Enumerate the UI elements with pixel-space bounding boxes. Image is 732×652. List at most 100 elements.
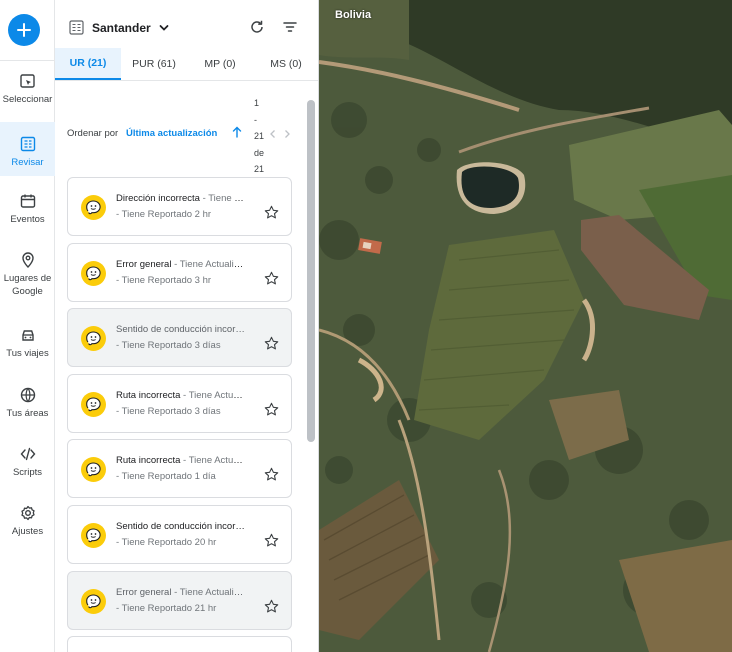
tab-pur[interactable]: PUR (61) xyxy=(121,48,187,80)
area-selector[interactable]: Santander xyxy=(92,21,151,35)
car-icon xyxy=(21,330,34,341)
report-status: - Tiene Reportado 1 día xyxy=(116,471,216,482)
report-card[interactable]: Sentido de conducción incorrecto - Tiene… xyxy=(67,505,292,564)
rail-item-areas[interactable]: Tus áreas xyxy=(0,386,55,426)
calendar-icon xyxy=(20,194,35,208)
review-panel: Santander UR (21) PUR (61) MP (0) MS (0)… xyxy=(55,0,319,652)
tab-ms[interactable]: MS (0) xyxy=(253,48,318,80)
rail-label: Revisar xyxy=(11,157,44,168)
rail-item-review[interactable]: Revisar xyxy=(0,122,55,176)
rail-label: Scripts xyxy=(12,467,43,478)
report-title: Sentido de conducción incorrecto xyxy=(116,324,248,335)
report-title: Sentido de conducción incorrecto xyxy=(116,521,248,532)
chevron-left-icon[interactable] xyxy=(269,129,277,139)
report-type: Error general xyxy=(116,259,172,270)
pager-range: 1 - 21 de 21 xyxy=(254,95,268,178)
waze-icon xyxy=(81,261,106,286)
waze-icon xyxy=(81,326,106,351)
report-type-tabs: UR (21) PUR (61) MP (0) MS (0) xyxy=(55,48,318,81)
rail-divider xyxy=(0,60,55,61)
report-type: Sentido de conducción incorrecto xyxy=(116,324,248,335)
rail-item-select[interactable]: Seleccionar xyxy=(0,72,55,112)
report-card[interactable]: Error general - Tiene Actualizado... - T… xyxy=(67,243,292,302)
report-type: Dirección incorrecta xyxy=(116,193,200,204)
report-card[interactable]: Ruta incorrecta - Tiene Actualizado... -… xyxy=(67,374,292,433)
rail-label: Lugares de xyxy=(3,273,52,284)
rail-item-trips[interactable]: Tus viajes xyxy=(0,326,55,366)
satellite-imagery[interactable] xyxy=(319,0,732,652)
report-card-partial[interactable] xyxy=(67,636,292,652)
report-update: - Tiene Actualizado... xyxy=(183,455,248,466)
panel-header: Santander xyxy=(55,0,318,48)
star-icon[interactable] xyxy=(264,467,279,482)
gear-icon xyxy=(20,505,35,521)
plus-icon xyxy=(17,23,31,37)
waze-icon xyxy=(81,589,106,614)
pager-text: 1 xyxy=(254,98,260,108)
map-country-label: Bolivia xyxy=(335,9,372,21)
star-icon[interactable] xyxy=(264,533,279,548)
review-icon xyxy=(20,136,35,152)
report-title: Ruta incorrecta - Tiene Actualizado... xyxy=(116,455,248,466)
pager-text: de xyxy=(254,147,265,158)
filter-icon[interactable] xyxy=(282,19,298,35)
code-icon xyxy=(20,447,35,461)
rail-label: Tus áreas xyxy=(6,408,49,419)
report-type: Sentido de conducción incorrecto xyxy=(116,521,248,532)
report-status: - Tiene Reportado 2 hr xyxy=(116,209,212,220)
star-icon[interactable] xyxy=(264,205,279,220)
rail-item-google-places[interactable]: Lugares de Google xyxy=(0,251,55,301)
report-status: - Tiene Reportado 20 hr xyxy=(116,537,217,548)
rail-item-scripts[interactable]: Scripts xyxy=(0,445,55,485)
star-icon[interactable] xyxy=(264,402,279,417)
star-icon[interactable] xyxy=(264,336,279,351)
rail-label: Tus viajes xyxy=(6,348,49,359)
report-status: - Tiene Reportado 3 días xyxy=(116,340,221,351)
waze-icon xyxy=(81,457,106,482)
report-status: - Tiene Reportado 21 hr xyxy=(116,603,217,614)
report-title: Dirección incorrecta - Tiene Reportado..… xyxy=(116,193,248,204)
rail-label: Eventos xyxy=(10,214,45,225)
chevron-down-icon[interactable] xyxy=(159,23,169,33)
star-icon[interactable] xyxy=(264,599,279,614)
star-icon[interactable] xyxy=(264,271,279,286)
rail-item-events[interactable]: Eventos xyxy=(0,192,55,232)
waze-icon xyxy=(81,195,106,220)
report-card[interactable]: Sentido de conducción incorrecto - Tiene… xyxy=(67,308,292,367)
rail-item-settings[interactable]: Ajustes xyxy=(0,504,55,544)
report-type: Ruta incorrecta xyxy=(116,390,181,401)
add-button[interactable] xyxy=(8,14,40,46)
report-status: - Tiene Reportado 3 días xyxy=(116,406,221,417)
report-update: - Tiene Actualizado... xyxy=(183,390,248,401)
list-scrollbar[interactable] xyxy=(307,100,315,442)
rail-label: Google xyxy=(12,286,43,297)
report-card[interactable]: Ruta incorrecta - Tiene Actualizado... -… xyxy=(67,439,292,498)
pager-text: 21 xyxy=(254,131,265,141)
pager-text: - xyxy=(254,114,257,125)
report-card[interactable]: Dirección incorrecta - Tiene Reportado..… xyxy=(67,177,292,236)
pager-text: 21 xyxy=(254,164,265,174)
pin-icon xyxy=(21,252,34,268)
chevron-right-icon[interactable] xyxy=(283,129,291,139)
report-title: Ruta incorrecta - Tiene Actualizado... xyxy=(116,390,248,401)
area-grid-icon xyxy=(69,20,84,35)
globe-icon xyxy=(20,387,35,403)
waze-icon xyxy=(81,392,106,417)
sort-direction-icon[interactable] xyxy=(232,126,242,138)
select-icon xyxy=(19,74,35,88)
tab-ur[interactable]: UR (21) xyxy=(55,48,121,80)
report-card[interactable]: Error general - Tiene Actualizado... - T… xyxy=(67,571,292,630)
report-type: Error general xyxy=(116,587,172,598)
rail-label: Seleccionar xyxy=(2,94,53,105)
sort-bar: Ordenar por Última actualización 1 - 21 … xyxy=(55,90,318,174)
sort-label: Ordenar por xyxy=(67,128,119,139)
report-update: - Tiene Reportado... xyxy=(202,193,248,204)
refresh-icon[interactable] xyxy=(249,19,265,35)
map-view[interactable]: Bolivia xyxy=(319,0,732,652)
report-status: - Tiene Reportado 3 hr xyxy=(116,275,212,286)
tab-mp[interactable]: MP (0) xyxy=(187,48,253,80)
report-type: Ruta incorrecta xyxy=(116,455,181,466)
sort-field-button[interactable]: Última actualización xyxy=(126,128,217,139)
waze-icon xyxy=(81,523,106,548)
rail-label: Ajustes xyxy=(11,526,44,537)
